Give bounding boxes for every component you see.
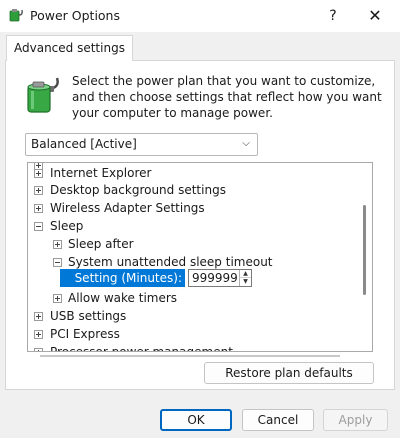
battery-plug-icon xyxy=(27,77,59,113)
expand-icon[interactable] xyxy=(53,294,62,303)
window-title: Power Options xyxy=(30,8,120,23)
title-bar: Power Options ? ✕ xyxy=(0,0,400,32)
spin-down-icon[interactable]: ▼ xyxy=(239,278,251,286)
chevron-down-icon: ⌵ xyxy=(242,138,250,149)
power-plan-value: Balanced [Active] xyxy=(31,137,137,151)
spin-up-icon[interactable]: ▲ xyxy=(239,270,251,278)
tab-advanced-settings[interactable]: Advanced settings xyxy=(6,35,133,61)
restore-plan-defaults-button[interactable]: Restore plan defaults xyxy=(204,362,374,384)
power-options-icon xyxy=(9,9,23,22)
power-plan-select[interactable]: Balanced [Active] ⌵ xyxy=(25,133,258,156)
ok-button[interactable]: OK xyxy=(160,409,232,431)
close-button[interactable]: ✕ xyxy=(355,0,395,32)
expand-icon[interactable] xyxy=(34,348,43,351)
setting-minutes-value: 999999 xyxy=(192,271,238,285)
help-button[interactable]: ? xyxy=(313,0,353,32)
collapse-icon[interactable] xyxy=(34,222,43,231)
setting-minutes-label: Setting (Minutes): xyxy=(60,269,185,287)
intro-text: Select the power plan that you want to c… xyxy=(72,74,382,120)
expand-icon[interactable] xyxy=(53,240,62,249)
tree-horizontal-scrollbar[interactable] xyxy=(40,355,340,357)
expand-icon[interactable] xyxy=(34,330,43,339)
expand-icon[interactable] xyxy=(34,204,43,213)
tree-vertical-scrollbar[interactable] xyxy=(363,205,366,295)
cancel-button[interactable]: Cancel xyxy=(242,409,314,431)
expand-icon[interactable] xyxy=(34,186,43,195)
collapse-icon[interactable] xyxy=(53,258,62,267)
settings-tree[interactable]: Internet Explorer Desktop background set… xyxy=(27,162,373,352)
apply-button[interactable]: Apply xyxy=(323,409,388,431)
expand-icon[interactable] xyxy=(34,169,43,178)
expand-icon[interactable] xyxy=(34,312,43,321)
setting-minutes-stepper[interactable]: 999999 ▲ ▼ xyxy=(188,269,252,287)
